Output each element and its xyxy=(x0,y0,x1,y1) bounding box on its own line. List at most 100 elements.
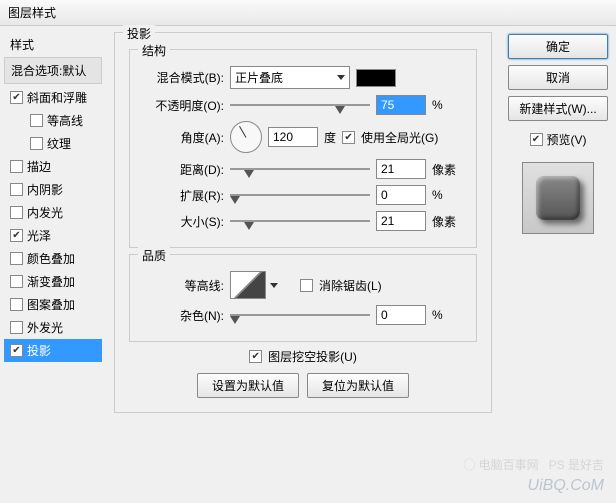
angle-dial[interactable] xyxy=(230,121,262,153)
style-checkbox[interactable] xyxy=(10,252,23,265)
window-title: 图层样式 xyxy=(8,6,56,20)
noise-slider[interactable] xyxy=(230,308,370,322)
style-item-label: 图案叠加 xyxy=(27,296,75,313)
quality-group: 品质 等高线: 消除锯齿(L) 杂色(N): 0 % xyxy=(129,254,477,342)
noise-input[interactable]: 0 xyxy=(376,305,426,325)
contour-picker[interactable] xyxy=(230,271,266,299)
style-item[interactable]: 内阴影 xyxy=(4,178,102,201)
opacity-label: 不透明度(O): xyxy=(144,97,224,114)
spread-row: 扩展(R): 0 % xyxy=(144,185,462,205)
antialias-checkbox[interactable] xyxy=(300,279,313,292)
style-checkbox[interactable] xyxy=(10,321,23,334)
spread-input[interactable]: 0 xyxy=(376,185,426,205)
style-item-label: 斜面和浮雕 xyxy=(27,89,87,106)
noise-row: 杂色(N): 0 % xyxy=(144,305,462,325)
spread-slider[interactable] xyxy=(230,188,370,202)
style-item-label: 内阴影 xyxy=(27,181,63,198)
style-item-label: 投影 xyxy=(27,342,51,359)
spread-label: 扩展(R): xyxy=(144,187,224,204)
knockout-checkbox[interactable] xyxy=(249,350,262,363)
style-item[interactable]: 斜面和浮雕 xyxy=(4,86,102,109)
knockout-row: 图层挖空投影(U) xyxy=(129,348,477,365)
style-checkbox[interactable] xyxy=(30,137,43,150)
style-item-label: 纹理 xyxy=(47,135,71,152)
global-light-label: 使用全局光(G) xyxy=(361,129,438,146)
style-item[interactable]: 等高线 xyxy=(4,109,102,132)
style-checkbox[interactable] xyxy=(10,298,23,311)
angle-input[interactable]: 120 xyxy=(268,127,318,147)
style-item[interactable]: 图案叠加 xyxy=(4,293,102,316)
blend-mode-row: 混合模式(B): 正片叠底 xyxy=(144,66,462,89)
settings-panel: 投影 结构 混合模式(B): 正片叠底 不透明度(O): 75 % xyxy=(106,24,500,503)
opacity-row: 不透明度(O): 75 % xyxy=(144,95,462,115)
make-default-button[interactable]: 设置为默认值 xyxy=(197,373,299,398)
opacity-slider[interactable] xyxy=(230,98,370,112)
opacity-input[interactable]: 75 xyxy=(376,95,426,115)
noise-unit: % xyxy=(432,308,462,322)
global-light-checkbox[interactable] xyxy=(342,131,355,144)
style-item-label: 外发光 xyxy=(27,319,63,336)
right-panel: 确定 取消 新建样式(W)... 预览(V) xyxy=(500,24,616,503)
default-buttons-row: 设置为默认值 复位为默认值 xyxy=(129,373,477,398)
style-item[interactable]: 颜色叠加 xyxy=(4,247,102,270)
antialias-label: 消除锯齿(L) xyxy=(319,277,382,294)
preview-thumbnail xyxy=(536,176,580,220)
style-checkbox[interactable] xyxy=(10,183,23,196)
style-checkbox[interactable] xyxy=(30,114,43,127)
blend-options-row[interactable]: 混合选项:默认 xyxy=(4,57,102,84)
quality-title: 品质 xyxy=(138,247,170,264)
style-item[interactable]: 纹理 xyxy=(4,132,102,155)
size-unit: 像素 xyxy=(432,213,462,230)
size-label: 大小(S): xyxy=(144,213,224,230)
chevron-down-icon[interactable] xyxy=(270,283,278,288)
title-bar: 图层样式 xyxy=(0,0,616,26)
chevron-down-icon xyxy=(337,75,345,80)
angle-row: 角度(A): 120 度 使用全局光(G) xyxy=(144,121,462,153)
contour-label: 等高线: xyxy=(144,277,224,294)
size-row: 大小(S): 21 像素 xyxy=(144,211,462,231)
angle-label: 角度(A): xyxy=(144,129,224,146)
cancel-button[interactable]: 取消 xyxy=(508,65,608,90)
size-slider[interactable] xyxy=(230,214,370,228)
style-item[interactable]: 渐变叠加 xyxy=(4,270,102,293)
style-item-label: 内发光 xyxy=(27,204,63,221)
distance-slider[interactable] xyxy=(230,162,370,176)
style-item[interactable]: 外发光 xyxy=(4,316,102,339)
style-item[interactable]: 内发光 xyxy=(4,201,102,224)
style-checkbox[interactable] xyxy=(10,229,23,242)
new-style-button[interactable]: 新建样式(W)... xyxy=(508,96,608,121)
reset-default-button[interactable]: 复位为默认值 xyxy=(307,373,409,398)
style-item-label: 等高线 xyxy=(47,112,83,129)
structure-group: 结构 混合模式(B): 正片叠底 不透明度(O): 75 % 角度 xyxy=(129,49,477,248)
shadow-color-swatch[interactable] xyxy=(356,69,396,87)
opacity-unit: % xyxy=(432,98,462,112)
style-checkbox[interactable] xyxy=(10,206,23,219)
style-item-label: 颜色叠加 xyxy=(27,250,75,267)
drop-shadow-group: 投影 结构 混合模式(B): 正片叠底 不透明度(O): 75 % xyxy=(114,32,492,413)
style-item-label: 光泽 xyxy=(27,227,51,244)
style-item[interactable]: 光泽 xyxy=(4,224,102,247)
style-item[interactable]: 投影 xyxy=(4,339,102,362)
style-checkbox[interactable] xyxy=(10,344,23,357)
distance-label: 距离(D): xyxy=(144,161,224,178)
blend-mode-dropdown[interactable]: 正片叠底 xyxy=(230,66,350,89)
size-input[interactable]: 21 xyxy=(376,211,426,231)
style-checkbox[interactable] xyxy=(10,160,23,173)
style-item-label: 描边 xyxy=(27,158,51,175)
style-checkbox[interactable] xyxy=(10,275,23,288)
styles-panel: 样式 混合选项:默认 斜面和浮雕等高线纹理描边内阴影内发光光泽颜色叠加渐变叠加图… xyxy=(0,24,106,503)
style-checkbox[interactable] xyxy=(10,91,23,104)
preview-label: 预览(V) xyxy=(547,131,587,148)
distance-unit: 像素 xyxy=(432,161,462,178)
distance-input[interactable]: 21 xyxy=(376,159,426,179)
panel-title: 投影 xyxy=(123,25,155,42)
blend-mode-label: 混合模式(B): xyxy=(144,69,224,86)
ok-button[interactable]: 确定 xyxy=(508,34,608,59)
styles-header[interactable]: 样式 xyxy=(4,32,102,57)
style-item[interactable]: 描边 xyxy=(4,155,102,178)
style-item-label: 渐变叠加 xyxy=(27,273,75,290)
knockout-label: 图层挖空投影(U) xyxy=(268,348,357,365)
spread-unit: % xyxy=(432,188,462,202)
main-area: 样式 混合选项:默认 斜面和浮雕等高线纹理描边内阴影内发光光泽颜色叠加渐变叠加图… xyxy=(0,24,616,503)
preview-checkbox[interactable] xyxy=(530,133,543,146)
